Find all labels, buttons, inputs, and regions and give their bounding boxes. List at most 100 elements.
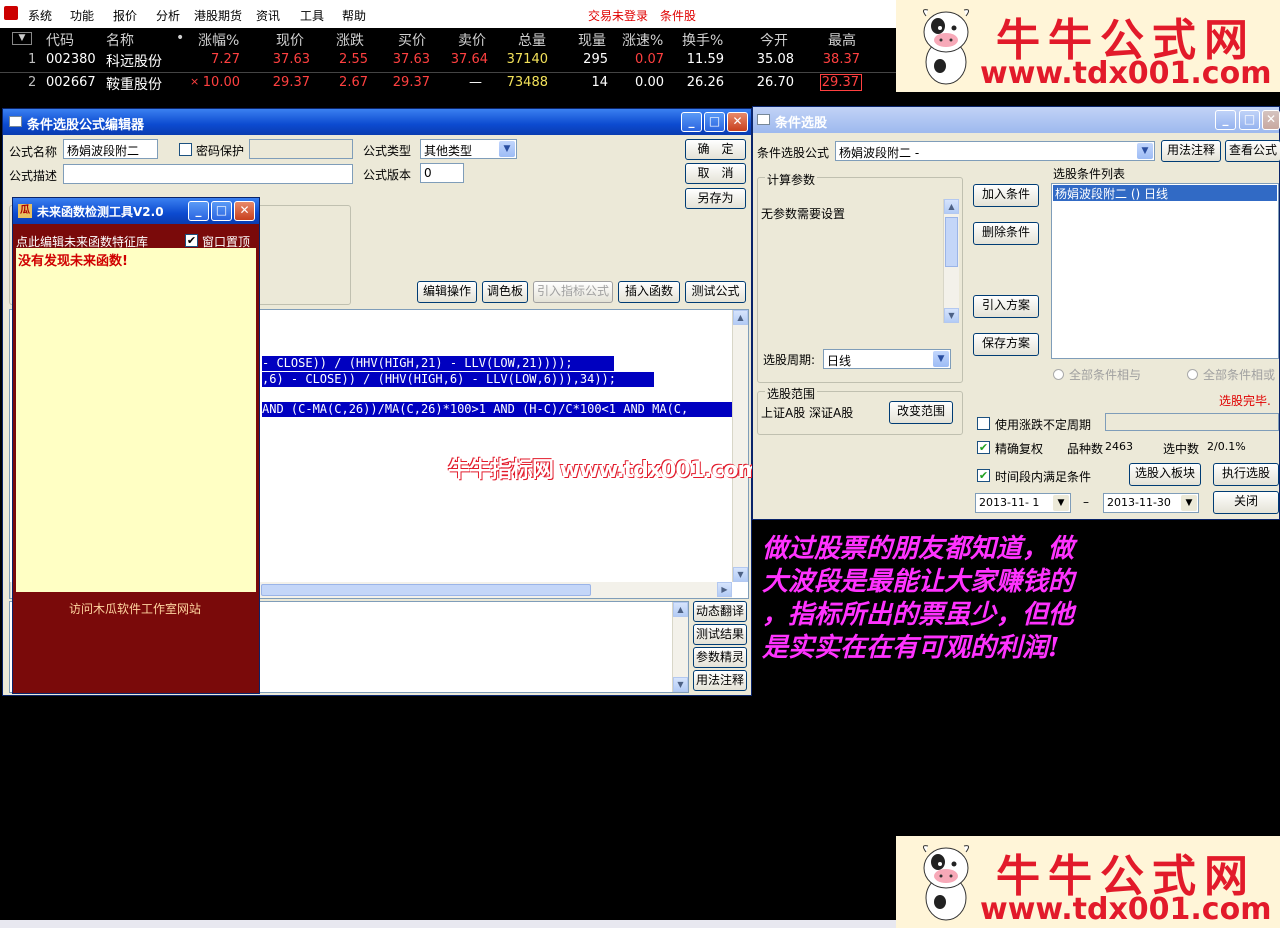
header-turnover[interactable]: 换手% bbox=[682, 30, 723, 50]
palette-button[interactable]: 调色板 bbox=[482, 281, 528, 303]
maximize-button[interactable]: □ bbox=[1239, 110, 1260, 130]
period-condition-checkbox[interactable]: ✔ bbox=[977, 469, 990, 482]
header-bid[interactable]: 买价 bbox=[398, 30, 426, 50]
usage-note-button[interactable]: 用法注释 bbox=[693, 670, 747, 691]
param-wizard-button[interactable]: 参数精灵 bbox=[693, 647, 747, 668]
test-result-button[interactable]: 测试结果 bbox=[693, 624, 747, 645]
formula-version-input[interactable]: 0 bbox=[420, 163, 464, 183]
scroll-up-icon[interactable]: ▲ bbox=[733, 310, 748, 325]
header-ask[interactable]: 卖价 bbox=[458, 30, 486, 50]
cycle-input[interactable] bbox=[1105, 413, 1279, 431]
formula-desc-label: 公式描述 bbox=[9, 169, 58, 183]
period-select[interactable]: 日线 ▼ bbox=[823, 349, 951, 369]
change-range-button[interactable]: 改变范围 bbox=[889, 401, 953, 424]
run-button[interactable]: 执行选股 bbox=[1213, 463, 1279, 486]
picker-titlebar[interactable]: 条件选股 _ □ ✕ bbox=[753, 107, 1280, 133]
menu-function[interactable]: 功能 bbox=[70, 7, 94, 24]
condition-item[interactable]: 杨娟波段附二 () 日线 bbox=[1053, 185, 1277, 201]
use-cycle-checkbox[interactable] bbox=[977, 417, 990, 430]
menu-info[interactable]: 资讯 bbox=[256, 7, 280, 24]
import-plan-button[interactable]: 引入方案 bbox=[973, 295, 1039, 318]
cow-mascot-icon bbox=[922, 9, 970, 85]
dynamic-translate-button[interactable]: 动态翻译 bbox=[693, 601, 747, 622]
to-block-button[interactable]: 选股入板块 bbox=[1129, 463, 1201, 486]
all-or-radio[interactable] bbox=[1187, 369, 1198, 380]
header-volume[interactable]: 总量 bbox=[518, 30, 546, 50]
params-scrollbar[interactable]: ▲ ▼ bbox=[943, 199, 959, 323]
menu-hk-futures[interactable]: 港股期货 bbox=[194, 7, 242, 24]
editor-titlebar[interactable]: 条件选股公式编辑器 _ □ ✕ bbox=[3, 109, 751, 135]
save-plan-button[interactable]: 保存方案 bbox=[973, 333, 1039, 356]
scroll-up-icon[interactable]: ▲ bbox=[673, 602, 688, 617]
chevron-down-icon[interactable]: ▼ bbox=[1137, 143, 1153, 159]
scroll-thumb[interactable] bbox=[261, 584, 591, 596]
chevron-down-icon[interactable]: ▼ bbox=[499, 141, 515, 157]
translation-scrollbar[interactable]: ▲ ▼ bbox=[672, 602, 688, 692]
cancel-button[interactable]: 取 消 bbox=[685, 163, 746, 184]
close-dialog-button[interactable]: 关闭 bbox=[1213, 491, 1279, 514]
view-formula-button[interactable]: 查看公式 bbox=[1225, 140, 1280, 162]
scroll-down-icon[interactable]: ▼ bbox=[944, 308, 959, 323]
table-row[interactable]: 1 002380 科远股份 7.27 37.63 2.55 37.63 37.6… bbox=[0, 50, 896, 70]
scroll-down-icon[interactable]: ▼ bbox=[733, 567, 748, 582]
code-vertical-scrollbar[interactable]: ▲ ▼ bbox=[732, 310, 748, 582]
exact-adjust-checkbox[interactable]: ✔ bbox=[977, 441, 990, 454]
topmost-checkbox[interactable]: ✔ bbox=[185, 234, 198, 247]
password-input[interactable] bbox=[249, 139, 353, 159]
delete-condition-button[interactable]: 删除条件 bbox=[973, 222, 1039, 245]
insert-function-button[interactable]: 插入函数 bbox=[618, 281, 680, 303]
menu-system[interactable]: 系统 bbox=[28, 7, 52, 24]
stock-name: 科远股份 bbox=[106, 54, 162, 70]
formula-name-input[interactable]: 杨娟波段附二 bbox=[63, 139, 158, 159]
minimize-button[interactable]: _ bbox=[681, 112, 702, 132]
header-cur-volume[interactable]: 现量 bbox=[578, 30, 606, 50]
minimize-button[interactable]: _ bbox=[188, 201, 209, 221]
header-name[interactable]: 名称 bbox=[106, 30, 134, 50]
chevron-down-icon[interactable]: ▼ bbox=[1181, 495, 1197, 511]
ok-button[interactable]: 确 定 bbox=[685, 139, 746, 160]
visit-website-link[interactable]: 访问木瓜软件工作室网站 bbox=[69, 600, 201, 617]
table-row[interactable]: 2 002667 鞍重股份 × 10.00 29.37 2.67 29.37 —… bbox=[0, 72, 896, 93]
table-menu-dropdown-icon[interactable]: ▼ bbox=[12, 32, 32, 45]
close-button[interactable]: ✕ bbox=[234, 201, 255, 221]
add-condition-button[interactable]: 加入条件 bbox=[973, 184, 1039, 207]
date-from-picker[interactable]: 2013-11- 1 ▼ bbox=[975, 493, 1071, 513]
test-formula-button[interactable]: 测试公式 bbox=[685, 281, 746, 303]
formula-select[interactable]: 杨娟波段附二 - ▼ bbox=[835, 141, 1155, 161]
save-as-button[interactable]: 另存为 bbox=[685, 188, 746, 209]
header-change[interactable]: 涨跌 bbox=[336, 30, 364, 50]
menu-tools[interactable]: 工具 bbox=[300, 7, 324, 24]
condition-list[interactable]: 杨娟波段附二 () 日线 bbox=[1051, 183, 1279, 359]
header-code[interactable]: 代码 bbox=[46, 30, 74, 50]
code-line: - CLOSE)) / (HHV(HIGH,21) - LLV(LOW,21))… bbox=[262, 356, 614, 371]
stock-name: 鞍重股份 bbox=[106, 77, 162, 93]
tool-titlebar[interactable]: 瓜 未来函数检测工具V2.0 _ □ ✕ bbox=[13, 198, 259, 224]
import-indicator-button[interactable]: 引入指标公式 bbox=[533, 281, 613, 303]
header-speed[interactable]: 涨速% bbox=[622, 30, 663, 50]
all-and-radio[interactable] bbox=[1053, 369, 1064, 380]
menu-help[interactable]: 帮助 bbox=[342, 7, 366, 24]
maximize-button[interactable]: □ bbox=[704, 112, 725, 132]
formula-desc-input[interactable] bbox=[63, 164, 353, 184]
menu-quote[interactable]: 报价 bbox=[113, 7, 137, 24]
header-high[interactable]: 最高 bbox=[828, 30, 856, 50]
close-button[interactable]: ✕ bbox=[727, 112, 748, 132]
header-change-pct[interactable]: 涨幅% bbox=[198, 30, 239, 50]
usage-button[interactable]: 用法注释 bbox=[1161, 140, 1221, 162]
password-checkbox[interactable] bbox=[179, 143, 192, 156]
header-open[interactable]: 今开 bbox=[760, 30, 788, 50]
minimize-button[interactable]: _ bbox=[1215, 110, 1236, 130]
scroll-up-icon[interactable]: ▲ bbox=[944, 199, 959, 214]
chevron-down-icon[interactable]: ▼ bbox=[933, 351, 949, 367]
formula-type-select[interactable]: 其他类型 ▼ bbox=[420, 139, 517, 159]
date-to-picker[interactable]: 2013-11-30 ▼ bbox=[1103, 493, 1199, 513]
scroll-down-icon[interactable]: ▼ bbox=[673, 677, 688, 692]
scroll-right-icon[interactable]: ▶ bbox=[717, 582, 732, 597]
close-button[interactable]: ✕ bbox=[1262, 110, 1280, 130]
menu-analysis[interactable]: 分析 bbox=[156, 7, 180, 24]
chevron-down-icon[interactable]: ▼ bbox=[1053, 495, 1069, 511]
edit-ops-button[interactable]: 编辑操作 bbox=[417, 281, 477, 303]
maximize-button[interactable]: □ bbox=[211, 201, 232, 221]
scroll-thumb[interactable] bbox=[945, 217, 958, 267]
header-price[interactable]: 现价 bbox=[276, 30, 304, 50]
